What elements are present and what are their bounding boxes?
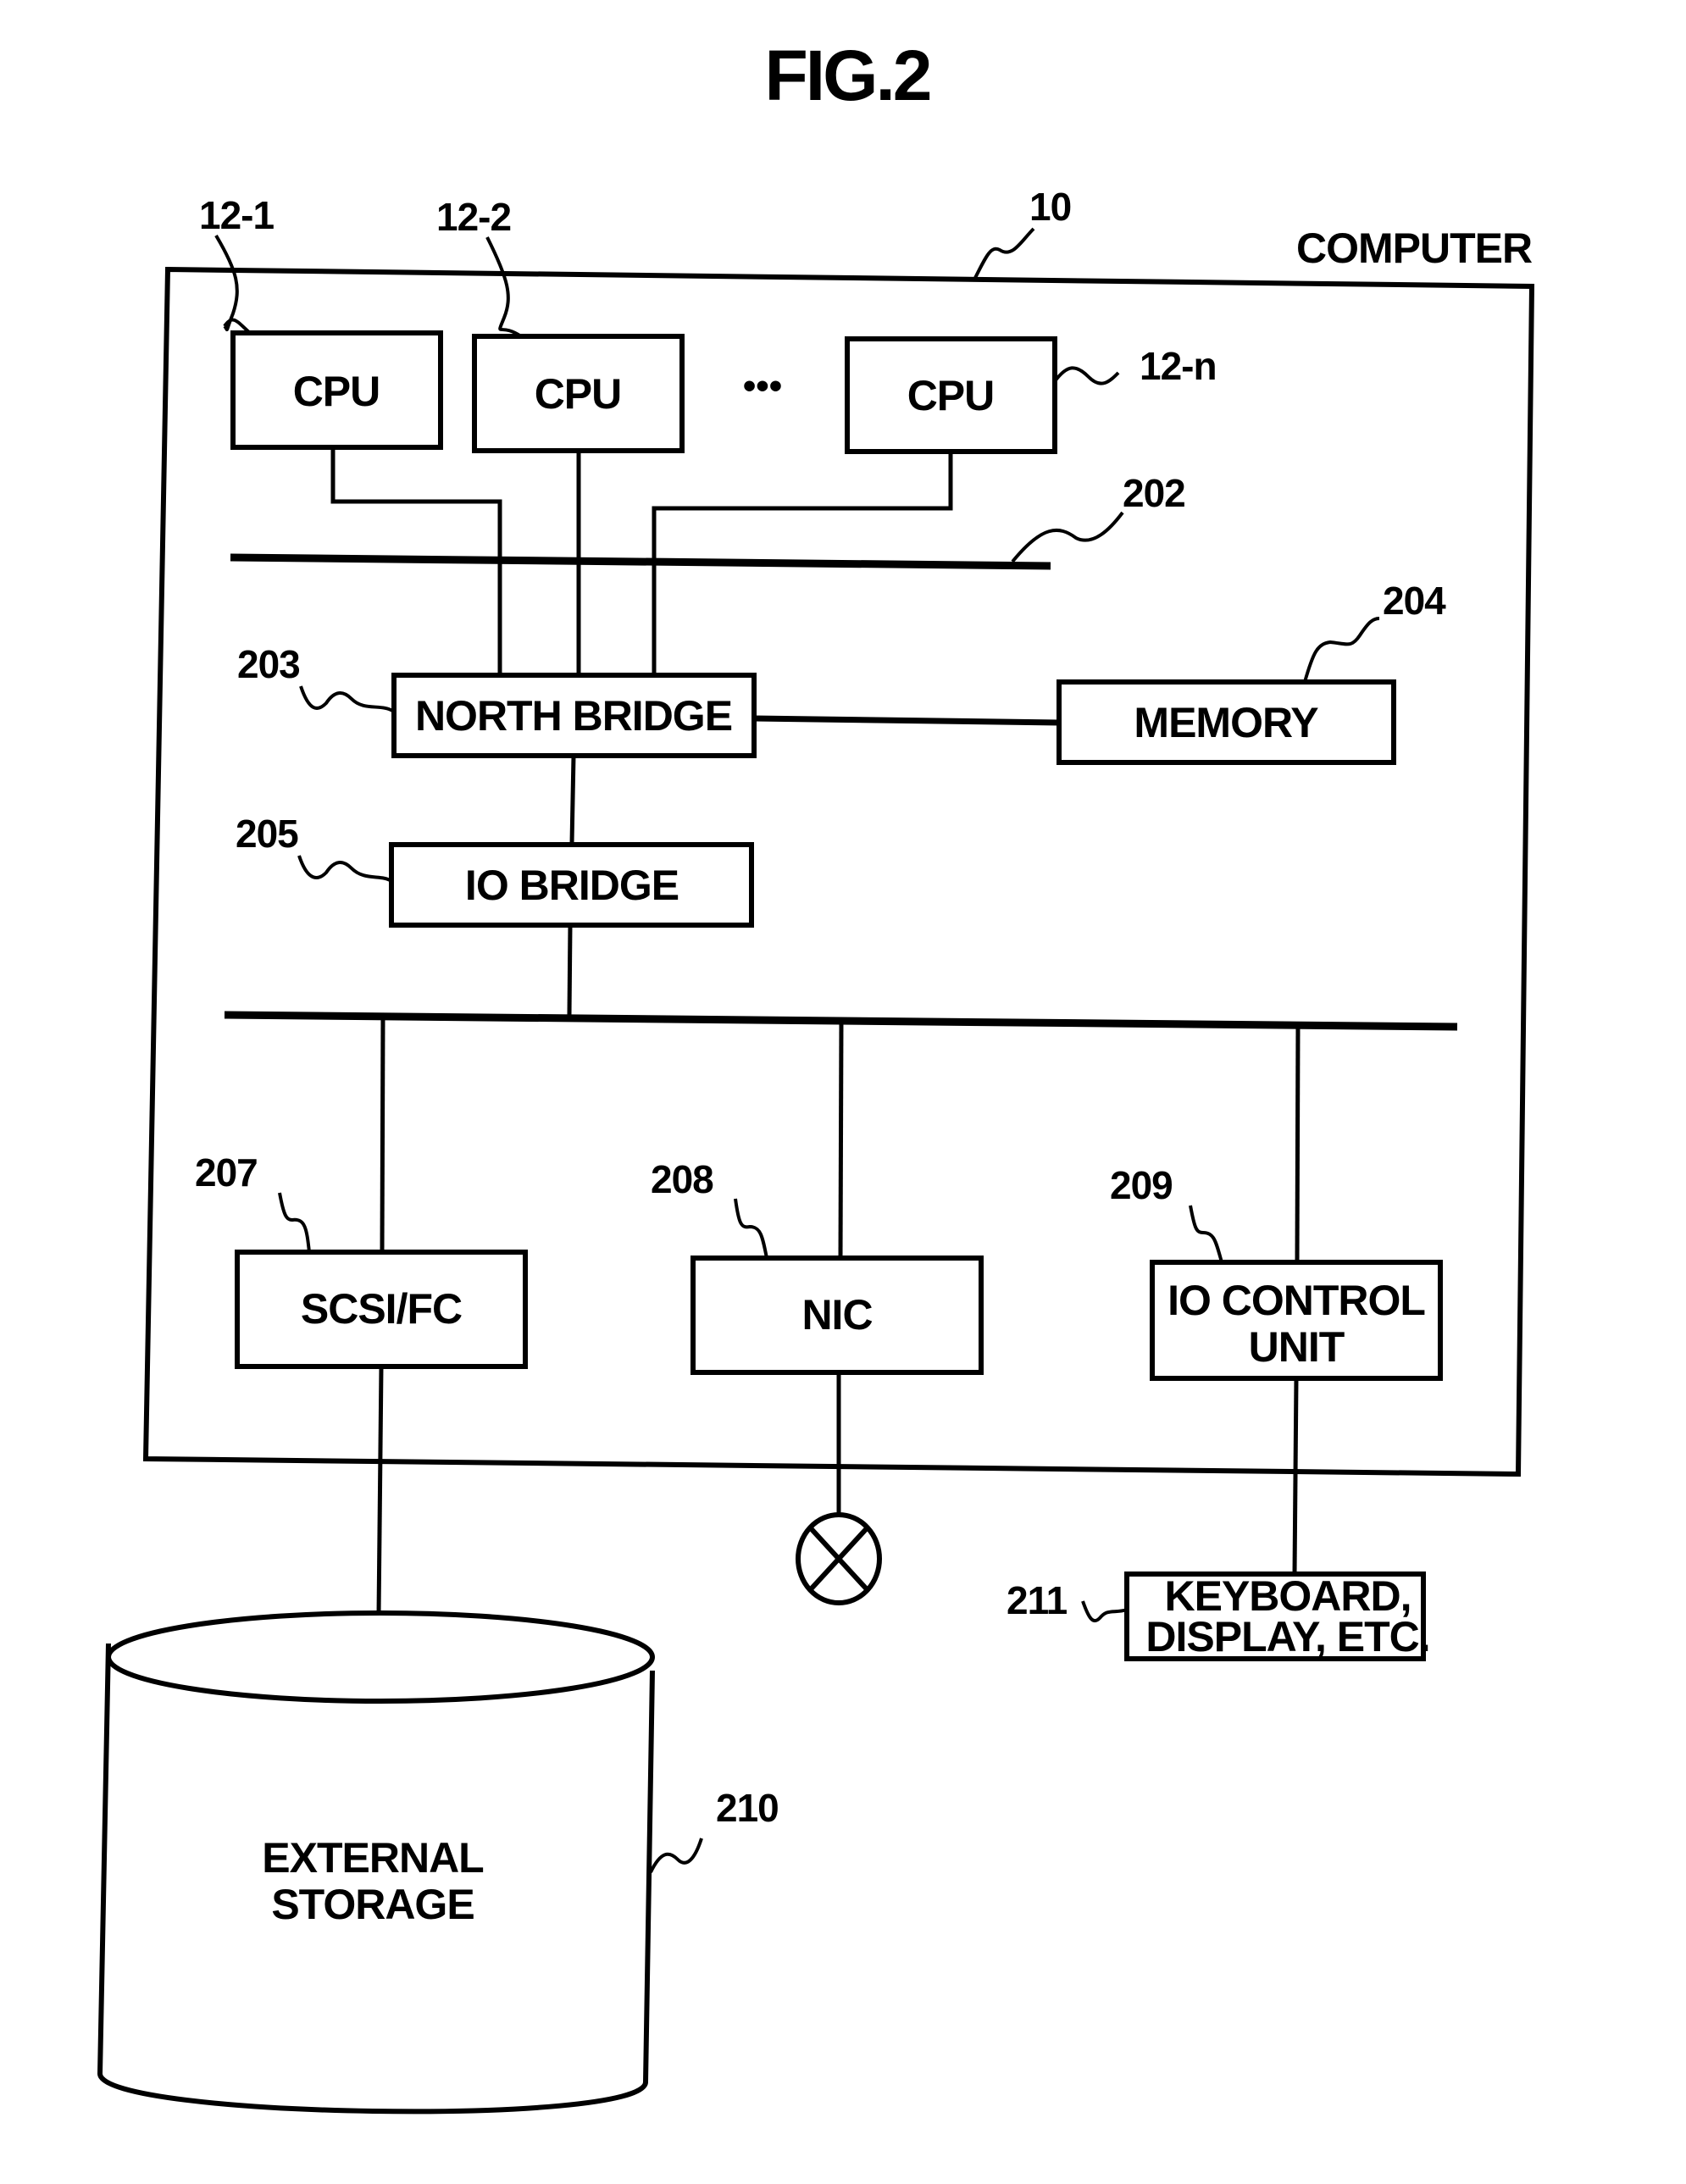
io-control-label-line2: UNIT — [1249, 1323, 1345, 1371]
nic-label-text: NIC — [801, 1291, 872, 1339]
external-storage-label-line1: EXTERNAL — [262, 1834, 483, 1882]
cpu-2-ref-leader — [485, 236, 523, 338]
memory-label: MEMORY — [1134, 699, 1318, 746]
memory-ref-leader — [1303, 617, 1380, 683]
cpu-bus-ref: 202 — [1123, 471, 1185, 515]
io-bridge-ref-leader — [297, 855, 393, 883]
io-bridge-to-bus-link — [567, 924, 573, 1016]
nic-drop — [838, 1020, 844, 1259]
cpu-ellipsis: ••• — [743, 365, 782, 407]
cpu-1-ref: 12-1 — [199, 193, 274, 237]
io-control-label-line1: IO CONTROL — [1167, 1277, 1425, 1324]
computer-ref-leader — [973, 227, 1035, 280]
io-bridge-ref: 205 — [236, 812, 298, 856]
computer-label: COMPUTER — [1296, 224, 1533, 272]
memory: MEMORY — [1057, 679, 1396, 765]
io-control-ref: 209 — [1110, 1163, 1173, 1207]
keyboard-display-ref-leader — [1081, 1600, 1128, 1623]
io-bridge-label: IO BRIDGE — [465, 862, 679, 909]
computer-ref: 10 — [1029, 185, 1071, 229]
cpu-1-label: CPU — [293, 368, 380, 415]
block-diagram: FIG.2 COMPUTER 10 CPU 12-1 CPU 12-2 ••• … — [97, 36, 1535, 2115]
io-control-drop — [1295, 1024, 1301, 1263]
io-bridge: IO BRIDGE — [389, 842, 754, 928]
cpu-n-label: CPU — [907, 372, 995, 419]
nic-ref: 208 — [651, 1157, 713, 1201]
scsi-fc-ref: 207 — [195, 1150, 258, 1195]
external-storage-ref: 210 — [716, 1786, 779, 1830]
north-bridge: NORTH BRIDGE — [391, 673, 757, 758]
north-bridge-label: NORTH BRIDGE — [415, 692, 732, 740]
cpu-bus — [230, 553, 1051, 570]
network-icon — [796, 1512, 882, 1605]
keyboard-display-label-line2: DISPLAY, ETC. — [1145, 1613, 1429, 1660]
north-bridge-ref-leader — [299, 685, 396, 713]
memory-link — [753, 715, 1060, 726]
scsi-fc-controller: SCSI/FC — [235, 1250, 528, 1369]
cpu-2-ref: 12-2 — [436, 195, 511, 239]
figure-title: FIG.2 — [764, 36, 929, 115]
io-control-ref-leader — [1189, 1205, 1223, 1263]
scsi-fc-ref-leader — [278, 1192, 311, 1253]
scsi-fc-drop — [380, 1016, 385, 1253]
keyboard-display: KEYBOARD, DISPLAY, ETC. — [1124, 1571, 1431, 1661]
cpu-1-ref-leader — [214, 234, 252, 335]
nic: 208 NIC — [690, 1256, 984, 1375]
cpu-n: CPU — [845, 336, 1057, 454]
external-storage-label-line2: STORAGE — [271, 1881, 474, 1928]
scsi-fc-label: SCSI/FC — [301, 1285, 462, 1333]
north-to-io-bridge-link — [569, 755, 576, 844]
cpu-1: CPU — [230, 330, 443, 450]
cpu-bus-ref-leader — [1011, 511, 1124, 563]
external-storage: EXTERNAL STORAGE — [97, 1610, 655, 2115]
cpu-n-ref-leader — [1053, 366, 1120, 385]
nic-ref-leader — [734, 1198, 768, 1259]
io-control-unit: IO CONTROL UNIT — [1150, 1260, 1443, 1381]
cpu-2-label: CPU — [535, 370, 622, 418]
cpu-n-ref: 12-n — [1140, 344, 1217, 388]
keyboard-display-ref: 211 — [1007, 1578, 1068, 1622]
north-bridge-ref: 203 — [237, 642, 300, 686]
io-control-to-keyboard-link — [1292, 1377, 1299, 1575]
external-storage-ref-leader — [649, 1838, 703, 1873]
memory-ref: 204 — [1383, 579, 1446, 623]
scsi-fc-to-storage-link — [376, 1366, 384, 1615]
cpu-2: CPU — [472, 334, 685, 453]
